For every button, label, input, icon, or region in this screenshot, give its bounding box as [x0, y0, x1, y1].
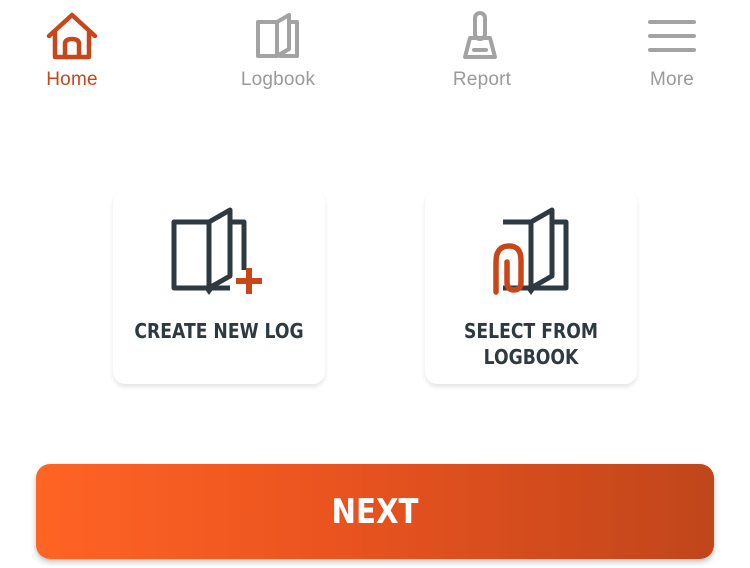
create-new-log-button[interactable]: CREATE NEW LOG	[113, 190, 325, 384]
next-button-label: NEXT	[331, 492, 419, 532]
select-from-logbook-button[interactable]: SELECT FROM LOGBOOK	[425, 190, 637, 384]
nav-item-logbook-label: Logbook	[240, 69, 316, 90]
create-new-log-label: CREATE NEW LOG	[134, 319, 304, 343]
nav-item-home[interactable]: Home	[12, 10, 132, 95]
app-screen: Home Logbook Report More CREATE NEW LOG …	[0, 0, 750, 568]
nav-item-more[interactable]: More	[612, 10, 732, 95]
book-plus-icon	[171, 207, 262, 295]
nav-item-home-label: Home	[46, 69, 98, 90]
nav-item-logbook[interactable]: Logbook	[218, 10, 338, 95]
book-icon	[256, 13, 299, 58]
select-from-logbook-label: SELECT FROM LOGBOOK	[464, 319, 598, 369]
nav-item-report[interactable]: Report	[422, 10, 542, 95]
book-clip-icon	[493, 207, 569, 295]
next-button[interactable]: NEXT	[36, 464, 714, 559]
top-nav: Home Logbook Report More	[0, 0, 750, 100]
nav-item-more-label: More	[649, 69, 695, 90]
home-icon	[46, 12, 98, 60]
nav-item-report-label: Report	[452, 69, 512, 90]
report-icon	[463, 11, 497, 59]
menu-icon	[648, 20, 696, 52]
